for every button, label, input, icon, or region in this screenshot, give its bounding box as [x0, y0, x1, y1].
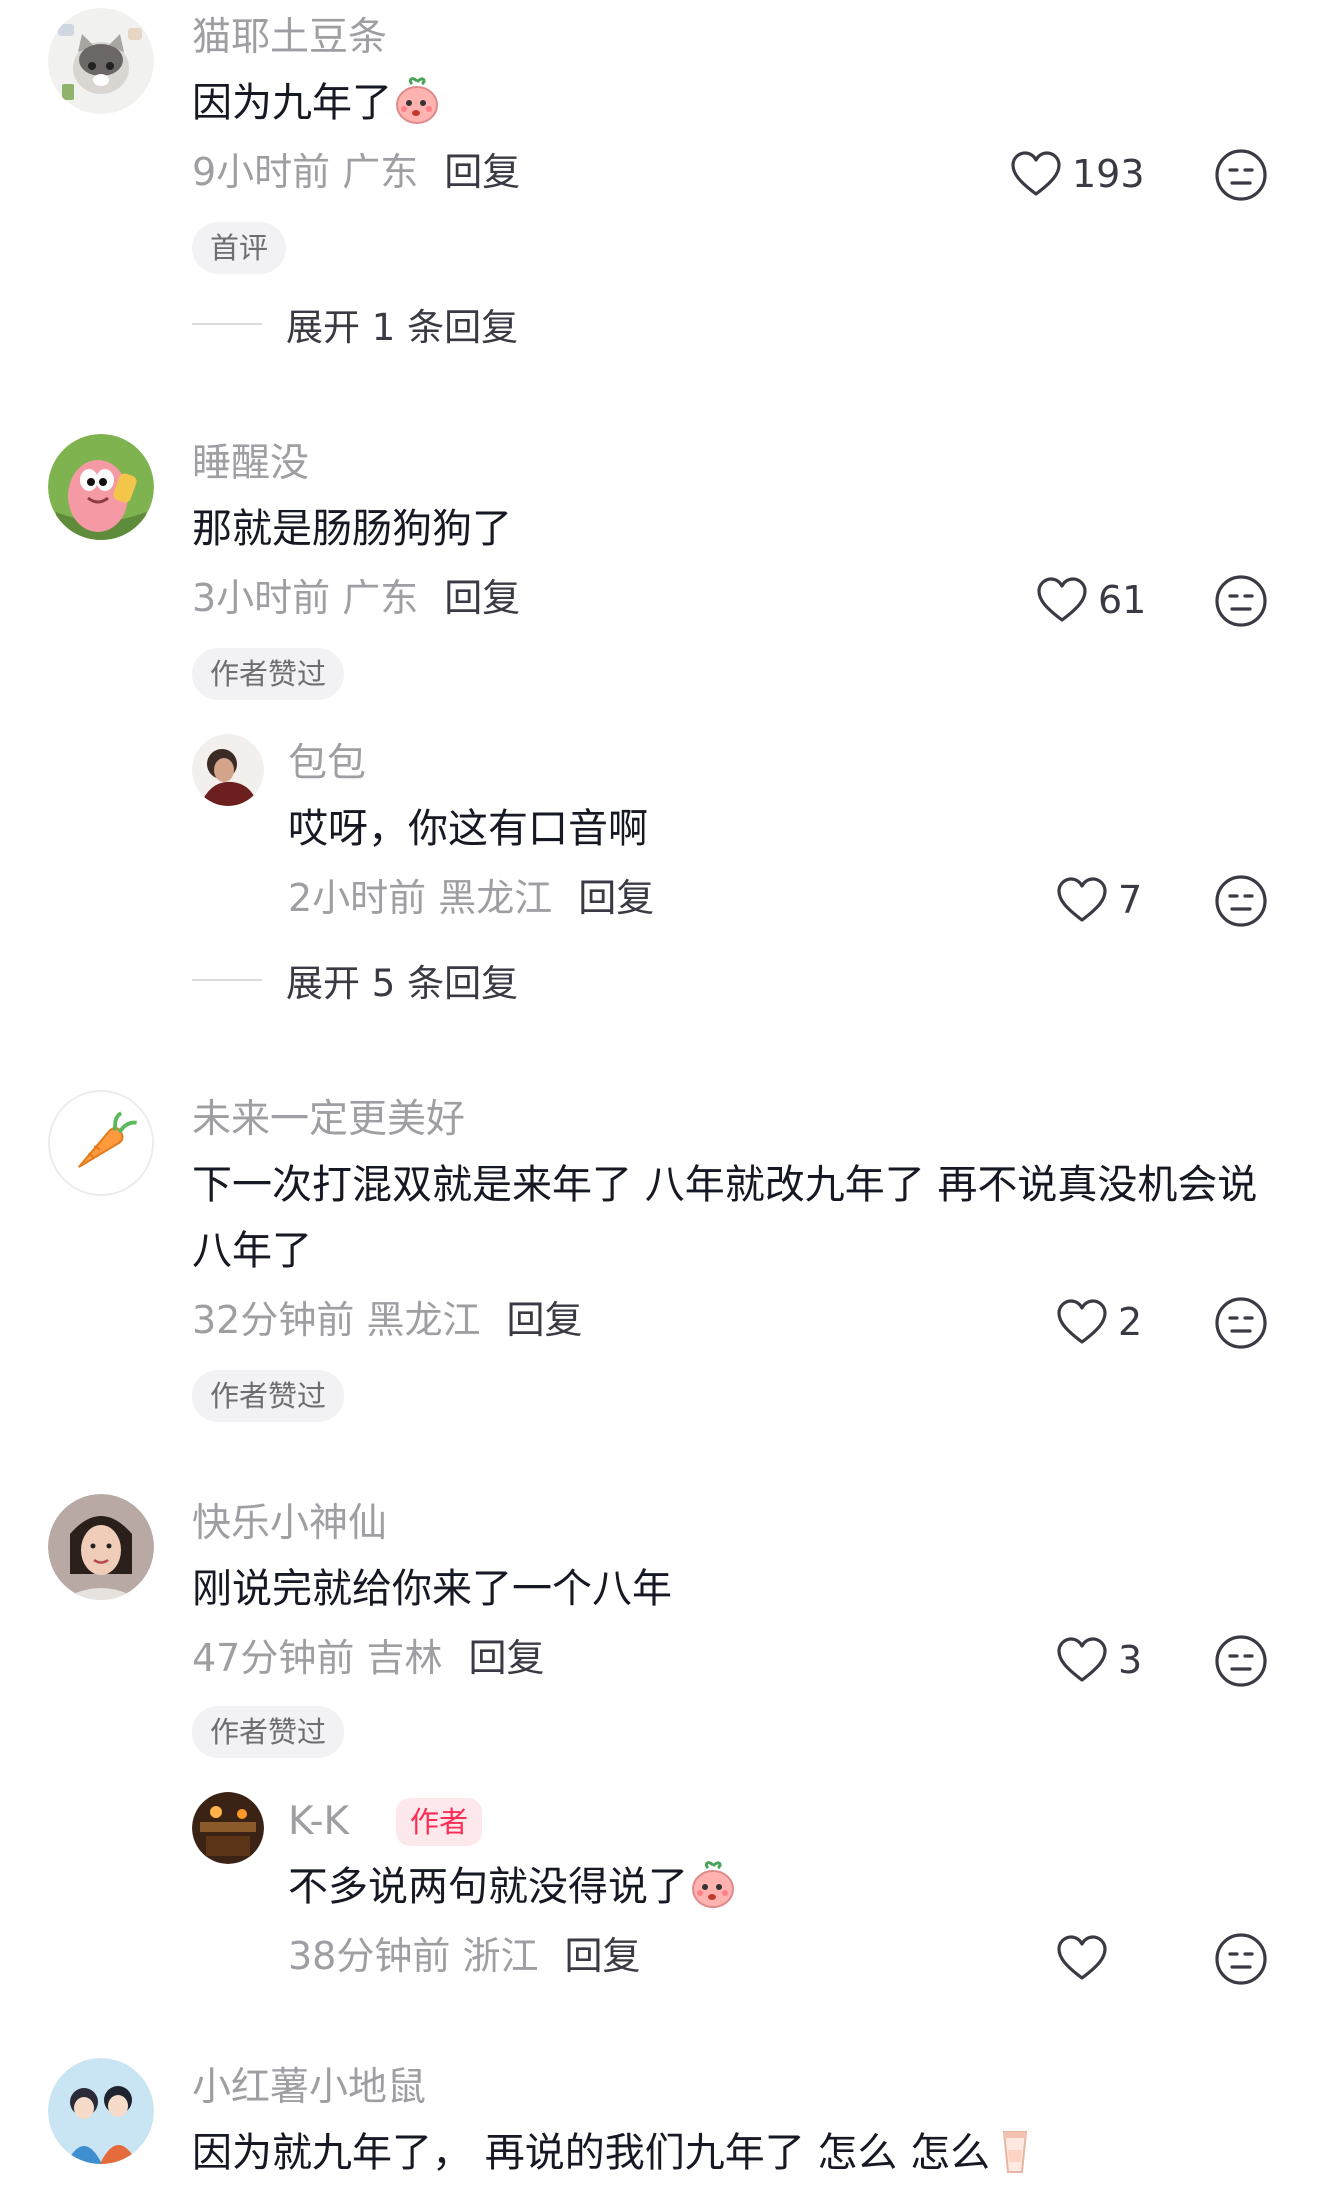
comment-text: 因为九年了 [192, 70, 1272, 136]
like-button[interactable]: 193 [1010, 144, 1145, 204]
heart-outline-icon [1057, 877, 1107, 922]
reply-meta: 38分钟前 浙江 回复 [288, 1930, 640, 1982]
like-button[interactable]: 7 [1056, 870, 1142, 930]
comment-text: 因为就九年了， 再说的我们九年了 怎么 怎么 [192, 2120, 1272, 2186]
comment-text: 刚说完就给你来了一个八年 [192, 1566, 672, 1612]
comment-text: 下一次打混双就是来年了 八年就改九年了 再不说真没机会说八年了 [192, 1162, 1258, 1274]
first-comment-badge: 首评 [192, 222, 287, 274]
author-tag: 作者 [396, 1798, 483, 1846]
reply-meta: 2小时前 黑龙江 回复 [288, 872, 654, 924]
divider [192, 979, 262, 981]
dislike-button[interactable] [1214, 574, 1268, 628]
username[interactable]: 包包 [288, 738, 366, 790]
location: 吉林 [366, 1636, 443, 1680]
heart-outline-icon [1011, 151, 1061, 196]
expand-replies-label: 展开 5 条回复 [286, 962, 519, 1005]
comment-meta: 32分钟前 黑龙江 回复 [192, 1294, 582, 1346]
reply-button[interactable]: 回复 [444, 150, 520, 194]
timestamp: 32分钟前 [192, 1298, 355, 1342]
comment-text-content: 因为九年了 [192, 80, 392, 126]
neutral-face-icon [1215, 1635, 1267, 1687]
author-liked-badge: 作者赞过 [192, 1370, 345, 1422]
like-count: 7 [1118, 878, 1143, 922]
like-button[interactable]: 61 [1036, 570, 1146, 630]
expand-replies-label: 展开 1 条回复 [286, 306, 519, 349]
location: 浙江 [462, 1934, 539, 1978]
like-count: 193 [1072, 152, 1145, 196]
anime-couple-avatar-icon[interactable] [48, 2058, 154, 2164]
like-count: 3 [1118, 1638, 1143, 1682]
reply-text: 哎呀，你这有口音啊 [288, 806, 648, 852]
location: 广东 [342, 576, 419, 620]
author-liked-badge: 作者赞过 [192, 1706, 345, 1758]
reply-button[interactable]: 回复 [468, 1636, 544, 1680]
reply-text: 不多说两句就没得说了 [288, 1854, 1268, 1920]
neutral-face-icon [1215, 1297, 1267, 1349]
neutral-face-icon [1215, 875, 1267, 927]
heart-outline-icon [1057, 1299, 1107, 1344]
comment-text: 那就是肠肠狗狗了 [192, 506, 512, 552]
patrick-star-avatar-icon[interactable] [48, 434, 154, 540]
expand-replies-button[interactable]: 展开 5 条回复 [192, 954, 518, 1006]
author-liked-badge: 作者赞过 [192, 648, 345, 700]
like-count: 61 [1098, 578, 1147, 622]
timestamp: 38分钟前 [288, 1934, 451, 1978]
location: 广东 [342, 150, 419, 194]
neutral-face-icon [1215, 575, 1267, 627]
like-count: 2 [1118, 1300, 1143, 1344]
reply-button[interactable]: 回复 [444, 576, 520, 620]
dislike-button[interactable] [1214, 1296, 1268, 1350]
expand-replies-button[interactable]: 展开 1 条回复 [192, 298, 518, 350]
comment-meta: 47分钟前 吉林 回复 [192, 1632, 544, 1684]
username[interactable]: 猫耶土豆条 [192, 12, 387, 64]
dislike-button[interactable] [1214, 1932, 1268, 1986]
location: 黑龙江 [366, 1298, 481, 1342]
dark-room-avatar-icon[interactable] [192, 1792, 264, 1864]
reply-button[interactable]: 回复 [564, 1934, 640, 1978]
username[interactable]: K-K [288, 1796, 349, 1848]
username[interactable]: 睡醒没 [192, 438, 309, 490]
woman-avatar-icon[interactable] [48, 1494, 154, 1600]
username[interactable]: 小红薯小地鼠 [192, 2062, 426, 2114]
carrot-avatar-icon[interactable] [48, 1090, 154, 1196]
person-avatar-icon[interactable] [192, 734, 264, 806]
neutral-face-icon [1215, 1933, 1267, 1985]
dislike-button[interactable] [1214, 874, 1268, 928]
like-button[interactable]: 3 [1056, 1630, 1142, 1690]
divider [192, 323, 262, 325]
shy-peach-emoji-icon [392, 76, 442, 126]
shy-peach-emoji-icon [688, 1860, 738, 1910]
comment-meta: 3小时前 广东 回复 [192, 572, 520, 624]
reply-button[interactable]: 回复 [578, 876, 654, 920]
username[interactable]: 快乐小神仙 [192, 1498, 387, 1550]
drink-cup-emoji-icon [990, 2126, 1040, 2176]
like-button[interactable]: 2 [1056, 1292, 1142, 1352]
neutral-face-icon [1215, 149, 1267, 201]
heart-outline-icon [1037, 577, 1087, 622]
dislike-button[interactable] [1214, 148, 1268, 202]
location: 黑龙江 [438, 876, 553, 920]
comment-text-content: 因为就九年了， 再说的我们九年了 怎么 怎么 [192, 2130, 991, 2176]
dislike-button[interactable] [1214, 1634, 1268, 1688]
cat-avatar-icon[interactable] [48, 8, 154, 114]
reply-button[interactable]: 回复 [506, 1298, 582, 1342]
heart-outline-icon [1057, 1637, 1107, 1682]
reply-text-content: 不多说两句就没得说了 [288, 1864, 688, 1910]
heart-outline-icon [1057, 1935, 1107, 1980]
timestamp: 2小时前 [288, 876, 427, 920]
username[interactable]: 未来一定更美好 [192, 1094, 465, 1146]
like-button[interactable] [1056, 1928, 1108, 1988]
timestamp: 47分钟前 [192, 1636, 355, 1680]
timestamp: 3小时前 [192, 576, 331, 620]
timestamp: 9小时前 [192, 150, 331, 194]
comment-meta: 9小时前 广东 回复 [192, 146, 520, 198]
